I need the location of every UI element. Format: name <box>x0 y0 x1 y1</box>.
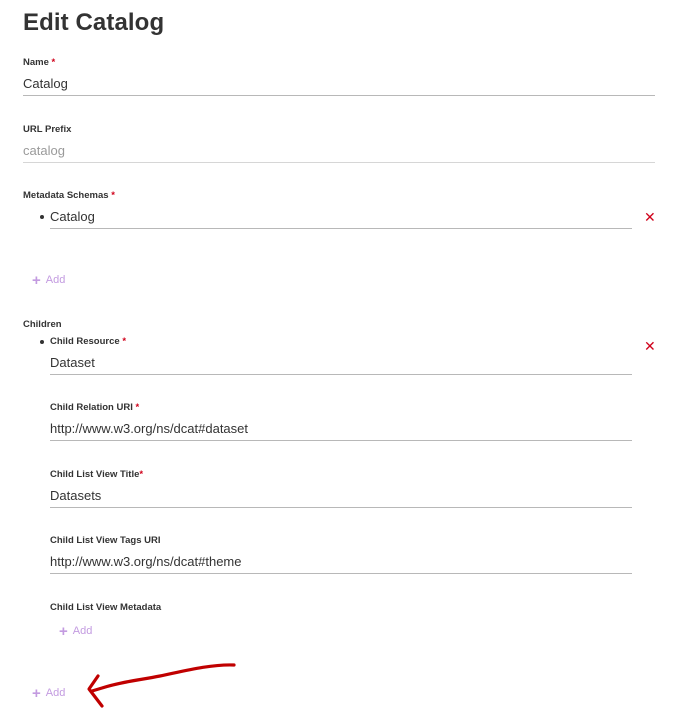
required-mark: * <box>122 336 127 347</box>
metadata-schemas-label-text: Metadata Schemas <box>23 190 109 201</box>
url-prefix-label: URL Prefix <box>23 124 71 135</box>
child-list-view-metadata-label: Child List View Metadata <box>50 602 161 613</box>
close-icon[interactable]: ✕ <box>644 339 656 353</box>
child-relation-uri-field[interactable]: http://www.w3.org/ns/dcat#dataset <box>50 417 632 441</box>
add-metadata-schema-button[interactable]: + Add <box>32 271 66 289</box>
plus-icon: + <box>59 622 68 640</box>
annotation-arrow-shaft <box>90 663 236 693</box>
url-prefix-label-text: URL Prefix <box>23 124 72 135</box>
metadata-schemas-label: Metadata Schemas * <box>23 190 115 201</box>
add-child-button[interactable]: + Add <box>32 684 66 702</box>
name-label: Name * <box>23 57 55 68</box>
child-resource-label: Child Resource * <box>50 336 126 347</box>
child-list-view-title-label-text: Child List View Title <box>50 469 140 480</box>
name-field[interactable]: Catalog <box>23 72 655 96</box>
required-mark: * <box>135 402 140 413</box>
children-label: Children <box>23 319 62 330</box>
metadata-schema-field[interactable]: Catalog <box>50 205 632 229</box>
add-label: Add <box>45 687 66 699</box>
list-bullet <box>40 215 44 219</box>
list-bullet <box>40 340 44 344</box>
add-label: Add <box>45 274 66 286</box>
annotation-arrow <box>87 663 236 708</box>
required-mark: * <box>51 57 56 68</box>
child-relation-uri-label-text: Child Relation URI <box>50 402 133 413</box>
child-list-view-metadata-label-text: Child List View Metadata <box>50 602 162 613</box>
required-mark: * <box>111 190 115 201</box>
required-mark: * <box>139 469 144 480</box>
children-label-text: Children <box>23 319 62 330</box>
name-label-text: Name <box>23 57 49 68</box>
child-relation-uri-label: Child Relation URI * <box>50 402 139 413</box>
add-label: Add <box>72 625 93 637</box>
add-child-list-view-metadata-button[interactable]: + Add <box>59 622 93 640</box>
close-icon[interactable]: ✕ <box>644 210 656 224</box>
child-resource-label-text: Child Resource <box>50 336 120 347</box>
child-list-view-tags-uri-label: Child List View Tags URI <box>50 535 161 546</box>
page-title: Edit Catalog <box>23 9 165 36</box>
child-resource-field[interactable]: Dataset <box>50 351 632 375</box>
plus-icon: + <box>32 684 41 702</box>
plus-icon: + <box>32 271 41 289</box>
child-list-view-title-label: Child List View Title* <box>50 469 143 480</box>
child-list-view-tags-uri-label-text: Child List View Tags URI <box>50 535 161 546</box>
url-prefix-field[interactable]: catalog <box>23 139 655 163</box>
child-list-view-tags-uri-field[interactable]: http://www.w3.org/ns/dcat#theme <box>50 550 632 574</box>
child-list-view-title-field[interactable]: Datasets <box>50 484 632 508</box>
